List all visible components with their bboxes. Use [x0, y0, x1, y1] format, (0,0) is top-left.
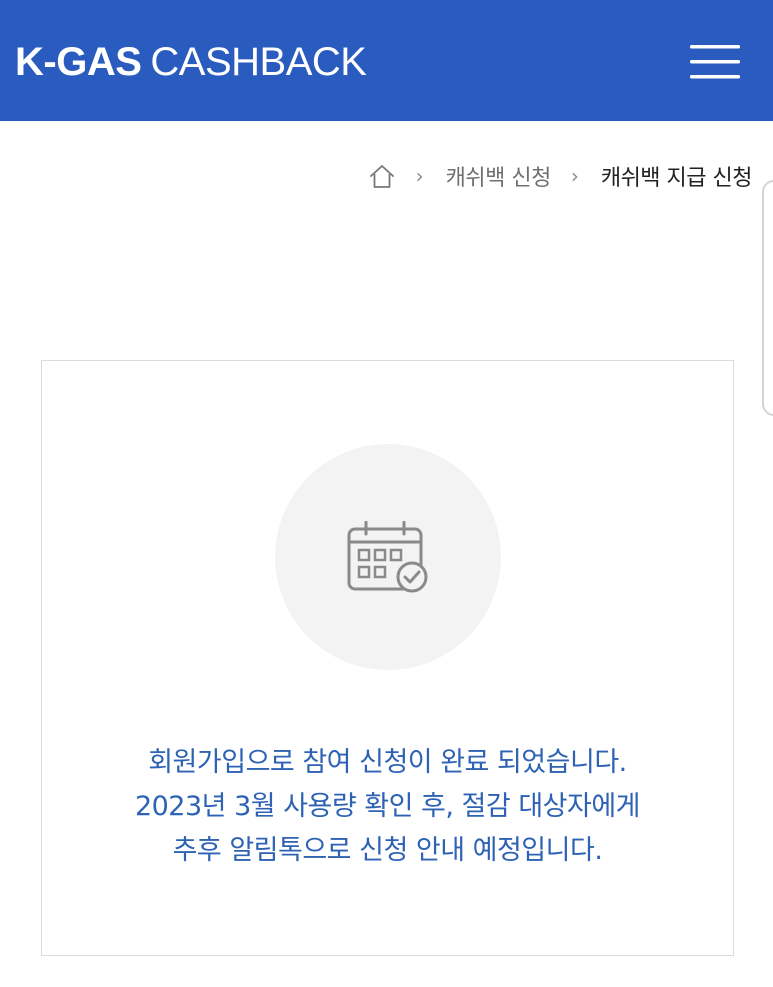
home-icon[interactable] [368, 162, 396, 190]
app-header: K-GAS CASHBACK [0, 0, 773, 121]
breadcrumb-item-cashback-payment-apply: 캐쉬백 지급 신청 [600, 166, 753, 191]
breadcrumb-separator: › [570, 164, 579, 188]
hamburger-menu-icon [690, 45, 740, 79]
message-line: 추후 알림톡으로 신청 안내 예정입니다. [172, 835, 603, 866]
breadcrumb-separator: › [415, 164, 424, 188]
logo-bold-text: K-GAS [15, 40, 142, 84]
breadcrumb: › 캐쉬백 신청 › 캐쉬백 지급 신청 [368, 158, 753, 194]
icon-circle [275, 444, 501, 670]
breadcrumb-item-cashback-apply[interactable]: 캐쉬백 신청 [446, 160, 552, 192]
message-line: 2023년 3월 사용량 확인 후, 절감 대상자에게 [134, 791, 641, 822]
logo-light-text: CASHBACK [150, 40, 367, 84]
hamburger-menu-button[interactable] [680, 38, 746, 84]
calendar-check-icon [347, 521, 428, 593]
completion-card: 회원가입으로 참여 신청이 완료 되었습니다. 2023년 3월 사용량 확인 … [41, 360, 734, 956]
message-line: 회원가입으로 참여 신청이 완료 되었습니다. [148, 747, 627, 778]
completion-message: 회원가입으로 참여 신청이 완료 되었습니다. 2023년 3월 사용량 확인 … [42, 741, 733, 873]
logo[interactable]: K-GAS CASHBACK [15, 38, 367, 86]
side-scroll-tab[interactable] [762, 180, 773, 416]
